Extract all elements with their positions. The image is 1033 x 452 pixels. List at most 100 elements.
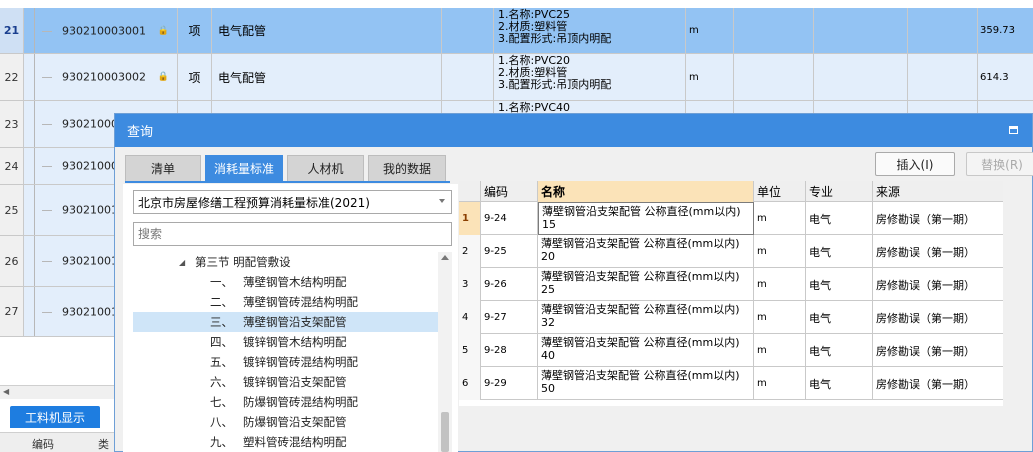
tree-node[interactable]: 一、 薄壁钢管木结构明配 <box>133 272 438 292</box>
empty-cell[interactable] <box>908 8 978 53</box>
quota-code[interactable]: 9-27 <box>481 301 538 334</box>
row-index[interactable]: 1 <box>459 202 481 235</box>
tree-node[interactable]: ◢ 第三节 明配管敷设 <box>133 252 438 272</box>
table-row[interactable]: 1 9-24 薄壁钢管沿支架配管 公称直径(mm以内) 15 m 电气 房修勘误（第一期） <box>459 202 1003 235</box>
scrollbar-thumb[interactable] <box>441 412 449 452</box>
search-input[interactable] <box>133 222 452 246</box>
quota-name[interactable]: 薄壁钢管沿支架配管 公称直径(mm以内) 50 <box>538 367 754 400</box>
item-quantity[interactable]: 614.3 <box>978 54 1033 100</box>
chevron-down-icon[interactable] <box>439 199 445 203</box>
empty-cell[interactable] <box>734 8 814 53</box>
item-unit[interactable]: m <box>686 8 734 53</box>
quota-name[interactable]: 薄壁钢管沿支架配管 公称直径(mm以内) 15 <box>538 202 754 235</box>
horizontal-scrollbar[interactable]: ◀ <box>0 385 118 399</box>
scroll-left-icon[interactable]: ◀ <box>3 387 9 396</box>
dialog-title-bar[interactable]: 查询 <box>115 114 1032 147</box>
quota-source[interactable]: 房修勘误（第一期） <box>873 235 1003 268</box>
empty-cell[interactable] <box>814 8 908 53</box>
tab-resources[interactable]: 人材机 <box>287 155 364 181</box>
tree-node[interactable]: 三、 薄壁钢管沿支架配管 <box>133 312 438 332</box>
item-name[interactable]: 电气配管 <box>212 8 442 53</box>
tree-node[interactable]: 六、 镀锌钢管沿支架配管 <box>133 372 438 392</box>
table-row[interactable]: 2 9-25 薄壁钢管沿支架配管 公称直径(mm以内) 20 m 电气 房修勘误（第一期） <box>459 235 1003 268</box>
empty-cell[interactable] <box>734 54 814 100</box>
empty-cell[interactable] <box>442 54 494 100</box>
tab-list[interactable]: 清单 <box>125 155 201 181</box>
quota-source[interactable]: 房修勘误（第一期） <box>873 334 1003 367</box>
item-description[interactable]: 1.名称:PVC20 2.材质:塑料管 3.配置形式:吊顶内明配 <box>494 54 686 100</box>
expand-arrow-icon[interactable]: ◢ <box>179 258 185 267</box>
quota-code[interactable]: 9-26 <box>481 268 538 301</box>
quota-unit[interactable]: m <box>754 334 806 367</box>
quota-unit[interactable]: m <box>754 301 806 334</box>
quota-source[interactable]: 房修勘误（第一期） <box>873 268 1003 301</box>
tree-node[interactable]: 八、 防爆钢管沿支架配管 <box>133 412 438 432</box>
standard-tree-panel: 北京市房屋修缮工程预算消耗量标准(2021) ◢ 第三节 明配管敷设一、薄壁钢管木… <box>123 184 458 452</box>
quota-source[interactable]: 房修勘误（第一期） <box>873 301 1003 334</box>
replace-button[interactable]: 替换(R) <box>966 152 1033 176</box>
quota-code[interactable]: 9-29 <box>481 367 538 400</box>
quota-name[interactable]: 薄壁钢管沿支架配管 公称直径(mm以内) 25 <box>538 268 754 301</box>
quota-unit[interactable]: m <box>754 235 806 268</box>
table-row[interactable]: 4 9-27 薄壁钢管沿支架配管 公称直径(mm以内) 32 m 电气 房修勘误（第一期） <box>459 301 1003 334</box>
tab-resource-display[interactable]: 工料机显示 <box>10 406 100 428</box>
column-header-source[interactable]: 来源 <box>873 181 1003 202</box>
quota-major[interactable]: 电气 <box>806 202 873 235</box>
maximize-icon[interactable] <box>1009 126 1018 134</box>
empty-cell[interactable] <box>442 8 494 53</box>
quota-name[interactable]: 薄壁钢管沿支架配管 公称直径(mm以内) 40 <box>538 334 754 367</box>
column-header-major[interactable]: 专业 <box>806 181 873 202</box>
quota-major[interactable]: 电气 <box>806 301 873 334</box>
quota-source[interactable]: 房修勘误（第一期） <box>873 367 1003 400</box>
tree-node[interactable]: 四、 镀锌钢管木结构明配 <box>133 332 438 352</box>
row-index[interactable]: 2 <box>459 235 481 268</box>
item-type[interactable]: 项 <box>178 8 212 53</box>
item-name[interactable]: 电气配管 <box>212 54 442 100</box>
tab-my-data[interactable]: 我的数据 <box>368 155 446 181</box>
table-row[interactable]: 22 930210003002 🔒 项电气配管 1.名称:PVC20 2.材质:塑料管 … <box>0 54 1033 101</box>
item-description[interactable]: 1.名称:PVC25 2.材质:塑料管 3.配置形式:吊顶内明配 <box>494 8 686 53</box>
column-header-name[interactable]: 名称 <box>538 181 754 202</box>
empty-cell[interactable] <box>814 54 908 100</box>
tree-node[interactable]: 九、 塑料管砖混结构明配 <box>133 432 438 452</box>
quota-major[interactable]: 电气 <box>806 334 873 367</box>
standard-select[interactable]: 北京市房屋修缮工程预算消耗量标准(2021) <box>133 190 452 214</box>
column-header-code[interactable]: 编码 <box>481 181 538 202</box>
table-row[interactable]: 3 9-26 薄壁钢管沿支架配管 公称直径(mm以内) 25 m 电气 房修勘误（第一期） <box>459 268 1003 301</box>
item-type[interactable]: 项 <box>178 54 212 100</box>
row-index[interactable]: 6 <box>459 367 481 400</box>
quota-name[interactable]: 薄壁钢管沿支架配管 公称直径(mm以内) 20 <box>538 235 754 268</box>
row-index[interactable]: 4 <box>459 301 481 334</box>
quota-code[interactable]: 9-28 <box>481 334 538 367</box>
quota-unit[interactable]: m <box>754 202 806 235</box>
tab-consumption-standard[interactable]: 消耗量标准 <box>205 155 283 181</box>
empty-cell[interactable] <box>908 54 978 100</box>
table-row[interactable]: 21 930210003001 🔒 项电气配管 1.名称:PVC25 2.材质:塑料管 … <box>0 8 1033 54</box>
tree-node[interactable]: 七、 防爆钢管砖混结构明配 <box>133 392 438 412</box>
code-cell[interactable]: 930210003001 🔒 <box>24 8 178 53</box>
tree-node-number: 五、 <box>210 355 233 369</box>
scroll-up-icon[interactable] <box>441 255 449 260</box>
quota-major[interactable]: 电气 <box>806 367 873 400</box>
table-row[interactable]: 5 9-28 薄壁钢管沿支架配管 公称直径(mm以内) 40 m 电气 房修勘误（第一期） <box>459 334 1003 367</box>
tree-node[interactable]: 二、 薄壁钢管砖混结构明配 <box>133 292 438 312</box>
code-cell[interactable]: 930210003002 🔒 <box>24 54 178 100</box>
table-row[interactable]: 6 9-29 薄壁钢管沿支架配管 公称直径(mm以内) 50 m 电气 房修勘误（第一期） <box>459 367 1003 400</box>
insert-button[interactable]: 插入(I) <box>875 152 955 176</box>
row-number: 21 <box>0 8 24 53</box>
quota-code[interactable]: 9-25 <box>481 235 538 268</box>
quota-unit[interactable]: m <box>754 268 806 301</box>
quota-code[interactable]: 9-24 <box>481 202 538 235</box>
item-quantity[interactable]: 359.73 <box>978 8 1033 53</box>
row-index[interactable]: 5 <box>459 334 481 367</box>
column-header-unit[interactable]: 单位 <box>754 181 806 202</box>
item-unit[interactable]: m <box>686 54 734 100</box>
quota-major[interactable]: 电气 <box>806 268 873 301</box>
quota-source[interactable]: 房修勘误（第一期） <box>873 202 1003 235</box>
row-index[interactable]: 3 <box>459 268 481 301</box>
tree-vertical-scrollbar[interactable] <box>438 252 452 452</box>
quota-major[interactable]: 电气 <box>806 235 873 268</box>
quota-name[interactable]: 薄壁钢管沿支架配管 公称直径(mm以内) 32 <box>538 301 754 334</box>
quota-unit[interactable]: m <box>754 367 806 400</box>
tree-node[interactable]: 五、 镀锌钢管砖混结构明配 <box>133 352 438 372</box>
